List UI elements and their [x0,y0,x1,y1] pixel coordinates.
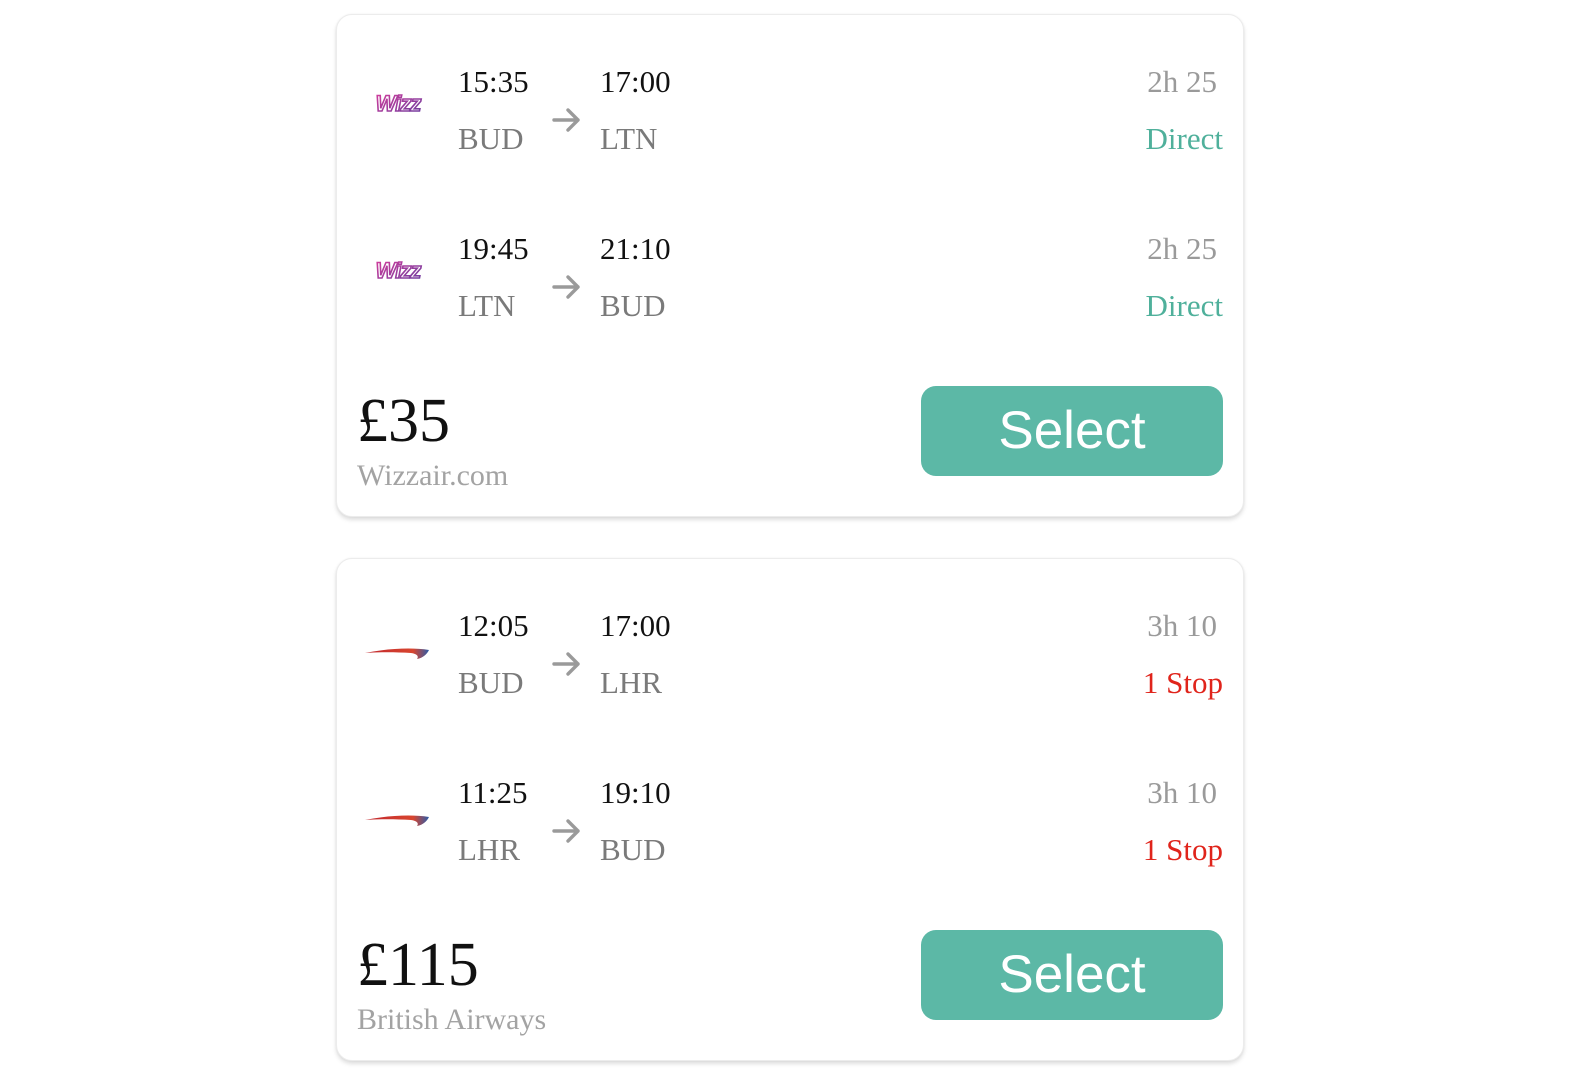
arrow-right-icon [550,814,584,848]
arrival-airport: BUD [600,288,666,323]
svg-text:Wizz: Wizz [376,258,422,283]
arrow-right-icon [550,270,584,304]
flight-duration: 2h 25 [1147,231,1217,266]
price: £35 [357,387,450,455]
stops-direct: Direct [1145,288,1223,323]
departure-time: 12:05 [458,608,529,643]
flight-duration: 3h 10 [1147,775,1217,810]
arrow-right-icon [550,647,584,681]
arrival-time: 19:10 [600,775,671,810]
flight-result-card: 12:05 BUD 17:00 LHR 3h 10 1 Stop 11:25 L… [336,558,1244,1061]
arrival-time: 17:00 [600,64,671,99]
arrival-airport: LHR [600,665,662,700]
arrival-time: 17:00 [600,608,671,643]
flight-leg-return: 11:25 LHR 19:10 BUD 3h 10 1 Stop [337,754,1243,867]
select-button[interactable]: Select [921,930,1223,1020]
departure-airport: BUD [458,121,524,156]
flight-leg-outbound: Wizz 15:35 BUD 17:00 LTN 2h 25 Direct [337,43,1243,156]
departure-airport: BUD [458,665,524,700]
british-airways-logo-icon [365,627,431,667]
price: £115 [357,931,479,999]
flight-leg-outbound: 12:05 BUD 17:00 LHR 3h 10 1 Stop [337,587,1243,700]
svg-text:Wizz: Wizz [376,91,422,116]
provider-name: British Airways [357,1003,547,1036]
stops-count: 1 Stop [1142,665,1223,700]
british-airways-logo-icon [365,794,431,834]
wizz-air-logo-icon: Wizz [365,250,431,290]
flight-duration: 2h 25 [1147,64,1217,99]
departure-airport: LHR [458,832,520,867]
stops-count: 1 Stop [1142,832,1223,867]
arrival-airport: LTN [600,121,658,156]
select-button[interactable]: Select [921,386,1223,476]
arrival-time: 21:10 [600,231,671,266]
flight-leg-return: Wizz 19:45 LTN 21:10 BUD 2h 25 Direct [337,210,1243,323]
wizz-air-logo-icon: Wizz [365,83,431,123]
provider-name: Wizzair.com [357,459,509,492]
arrow-right-icon [550,103,584,137]
flight-duration: 3h 10 [1147,608,1217,643]
departure-airport: LTN [458,288,516,323]
stops-direct: Direct [1145,121,1223,156]
arrival-airport: BUD [600,832,666,867]
departure-time: 19:45 [458,231,529,266]
flight-result-card: Wizz 15:35 BUD 17:00 LTN 2h 25 Direct Wi… [336,14,1244,517]
departure-time: 11:25 [458,775,528,810]
departure-time: 15:35 [458,64,529,99]
